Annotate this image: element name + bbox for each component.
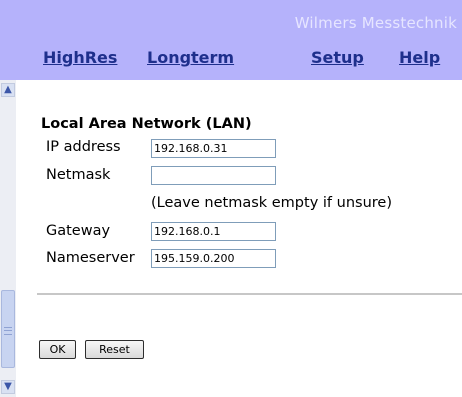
netmask-hint: (Leave netmask empty if unsure): [151, 195, 392, 211]
nameserver-field[interactable]: [151, 249, 276, 268]
scroll-thumb[interactable]: [1, 290, 15, 368]
ip-address-field[interactable]: [151, 139, 276, 158]
ok-button[interactable]: OK: [39, 340, 76, 359]
netmask-label: Netmask: [46, 167, 111, 183]
vertical-scrollbar[interactable]: ▲ ▼: [0, 80, 16, 397]
nav-link-setup[interactable]: Setup: [311, 48, 364, 67]
gateway-label: Gateway: [46, 223, 111, 239]
nav-link-longterm[interactable]: Longterm: [147, 48, 234, 67]
grip-icon: [4, 327, 12, 335]
scroll-down-icon[interactable]: ▼: [1, 380, 15, 394]
section-title: Local Area Network (LAN): [41, 116, 252, 132]
reset-button[interactable]: Reset: [85, 340, 144, 359]
nameserver-label: Nameserver: [46, 250, 135, 266]
ip-address-label: IP address: [46, 139, 121, 155]
nav-link-help[interactable]: Help: [399, 48, 440, 67]
netmask-field[interactable]: [151, 166, 276, 185]
gateway-field[interactable]: [151, 222, 276, 241]
nav-link-highres[interactable]: HighRes: [43, 48, 117, 67]
header-bar: Wilmers Messtechnik HighRes Longterm Set…: [0, 0, 462, 80]
section-divider: [37, 293, 462, 295]
brand-name: Wilmers Messtechnik: [294, 14, 457, 32]
scroll-up-icon[interactable]: ▲: [1, 83, 15, 97]
